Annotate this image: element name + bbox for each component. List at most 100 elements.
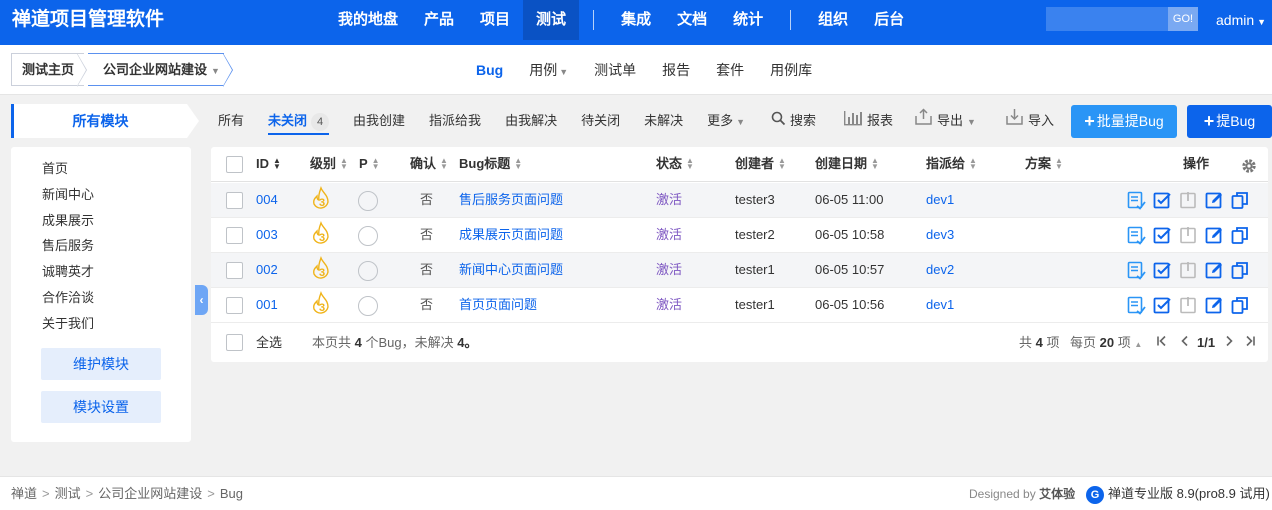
- tab-assigned-to-me[interactable]: 指派给我: [421, 104, 489, 138]
- table-row[interactable]: 001 3 否 首页页面问题 激活 tester1 06-05 10:56 de…: [211, 288, 1268, 323]
- nav-report[interactable]: 统计: [720, 0, 776, 40]
- per-page-selector[interactable]: 每页 20 项 ▲: [1070, 323, 1142, 362]
- table-row[interactable]: 002 3 否 新闻中心页面问题 激活 tester1 06-05 10:57 …: [211, 253, 1268, 288]
- gear-icon[interactable]: [1241, 148, 1257, 183]
- search-go-button[interactable]: GO!: [1168, 7, 1198, 31]
- copy-bug-icon[interactable]: [1231, 226, 1250, 245]
- resolve-bug-icon[interactable]: [1153, 296, 1172, 315]
- breadcrumb-test-home[interactable]: 测试主页: [11, 53, 85, 86]
- create-bug-button[interactable]: + 提Bug: [1187, 105, 1272, 138]
- maintain-modules-button[interactable]: 维护模块: [41, 348, 161, 380]
- assigned-to[interactable]: dev1: [926, 183, 954, 218]
- nav-my[interactable]: 我的地盘: [325, 0, 411, 40]
- version-info[interactable]: G 禅道专业版 8.9(pro8.9 试用): [1086, 477, 1270, 510]
- nav-doc[interactable]: 文档: [664, 0, 720, 40]
- col-title[interactable]: Bug标题 ▲ ▼: [459, 147, 522, 182]
- batch-create-bug-button[interactable]: + 批量提Bug: [1071, 105, 1177, 138]
- subnav-testsuite[interactable]: 套件: [703, 60, 757, 80]
- assigned-to[interactable]: dev1: [926, 288, 954, 323]
- subnav-testreport[interactable]: 报告: [649, 60, 703, 80]
- copy-bug-icon[interactable]: [1231, 191, 1250, 210]
- col-id[interactable]: ID ▲ ▼: [256, 147, 281, 182]
- app-title[interactable]: 禅道项目管理软件: [12, 0, 164, 45]
- subnav-bug[interactable]: Bug: [463, 62, 516, 78]
- col-assigned-to[interactable]: 指派给 ▲ ▼: [926, 147, 977, 182]
- module-item[interactable]: 售后服务: [42, 236, 94, 262]
- tab-all[interactable]: 所有: [210, 104, 252, 138]
- next-page-icon[interactable]: [1224, 323, 1234, 362]
- footer-crumb[interactable]: 公司企业网站建设: [98, 486, 202, 501]
- tab-resolved-by-me[interactable]: 由我解决: [497, 104, 565, 138]
- col-priority[interactable]: P ▲ ▼: [359, 147, 380, 182]
- bug-title-link[interactable]: 成果展示页面问题: [459, 218, 563, 253]
- col-severity[interactable]: 级别 ▲ ▼: [310, 147, 348, 182]
- col-creator[interactable]: 创建者 ▲ ▼: [735, 147, 786, 182]
- col-resolution[interactable]: 方案 ▲ ▼: [1025, 147, 1063, 182]
- bug-id[interactable]: 004: [256, 183, 278, 218]
- col-created-date[interactable]: 创建日期 ▲ ▼: [815, 147, 879, 182]
- confirm-bug-icon[interactable]: [1127, 191, 1146, 210]
- row-checkbox[interactable]: [226, 297, 243, 314]
- export-button[interactable]: 导出 ▼: [914, 104, 976, 138]
- edit-bug-icon[interactable]: [1205, 296, 1224, 315]
- nav-ci[interactable]: 集成: [608, 0, 664, 40]
- tab-created-by-me[interactable]: 由我创建: [345, 104, 413, 138]
- nav-test[interactable]: 测试: [523, 0, 580, 40]
- row-checkbox[interactable]: [226, 227, 243, 244]
- select-all-checkbox[interactable]: [226, 334, 243, 351]
- copy-bug-icon[interactable]: [1231, 261, 1250, 280]
- footer-crumb[interactable]: 禅道: [11, 486, 37, 501]
- confirm-bug-icon[interactable]: [1127, 226, 1146, 245]
- resolve-bug-icon[interactable]: [1153, 261, 1172, 280]
- bug-id[interactable]: 003: [256, 218, 278, 253]
- assigned-to[interactable]: dev2: [926, 253, 954, 288]
- resolve-bug-icon[interactable]: [1153, 226, 1172, 245]
- nav-product[interactable]: 产品: [411, 0, 467, 40]
- edit-bug-icon[interactable]: [1205, 191, 1224, 210]
- bug-title-link[interactable]: 售后服务页面问题: [459, 183, 563, 218]
- module-item[interactable]: 合作洽谈: [42, 288, 94, 314]
- copy-bug-icon[interactable]: [1231, 296, 1250, 315]
- module-item[interactable]: 关于我们: [42, 314, 94, 340]
- bug-title-link[interactable]: 新闻中心页面问题: [459, 253, 563, 288]
- prev-page-icon[interactable]: [1180, 323, 1190, 362]
- breadcrumb-product-switcher[interactable]: 公司企业网站建设 ▼: [88, 53, 224, 86]
- module-tree-header[interactable]: 所有模块: [11, 104, 187, 138]
- nav-project[interactable]: 项目: [467, 0, 523, 40]
- nav-company[interactable]: 组织: [805, 0, 861, 40]
- tab-more[interactable]: 更多 ▼: [699, 104, 753, 138]
- first-page-icon[interactable]: [1156, 323, 1168, 362]
- module-item[interactable]: 成果展示: [42, 211, 94, 237]
- collapse-sidebar-icon[interactable]: ‹: [195, 285, 208, 315]
- row-checkbox[interactable]: [226, 262, 243, 279]
- select-all-checkbox-header[interactable]: [226, 156, 243, 173]
- bug-id[interactable]: 001: [256, 288, 278, 323]
- tab-to-close[interactable]: 待关闭: [573, 104, 628, 138]
- subnav-testtask[interactable]: 测试单: [581, 60, 649, 80]
- subnav-caselib[interactable]: 用例库: [757, 60, 825, 80]
- global-search-input[interactable]: [1046, 7, 1168, 31]
- row-checkbox[interactable]: [226, 192, 243, 209]
- confirm-bug-icon[interactable]: [1127, 296, 1146, 315]
- col-status[interactable]: 状态 ▲ ▼: [656, 147, 694, 182]
- table-row[interactable]: 003 3 否 成果展示页面问题 激活 tester2 06-05 10:58 …: [211, 218, 1268, 253]
- import-button[interactable]: 导入: [1005, 104, 1054, 138]
- user-menu[interactable]: admin ▼: [1216, 0, 1266, 40]
- search-button[interactable]: 搜索: [771, 104, 816, 138]
- nav-admin[interactable]: 后台: [861, 0, 917, 40]
- assigned-to[interactable]: dev3: [926, 218, 954, 253]
- tab-unclosed[interactable]: 未关闭 4: [260, 104, 337, 138]
- edit-bug-icon[interactable]: [1205, 226, 1224, 245]
- edit-bug-icon[interactable]: [1205, 261, 1224, 280]
- module-item[interactable]: 诚聘英才: [42, 262, 94, 288]
- subnav-testcase[interactable]: 用例 ▼: [516, 60, 581, 80]
- bug-title-link[interactable]: 首页页面问题: [459, 288, 537, 323]
- module-settings-button[interactable]: 模块设置: [41, 391, 161, 423]
- footer-crumb[interactable]: 测试: [55, 486, 81, 501]
- tab-unresolved[interactable]: 未解决: [636, 104, 691, 138]
- table-row[interactable]: 004 3 否 售后服务页面问题 激活 tester3 06-05 11:00 …: [211, 183, 1268, 218]
- confirm-bug-icon[interactable]: [1127, 261, 1146, 280]
- select-all-label[interactable]: 全选: [256, 323, 282, 362]
- report-button[interactable]: 报表: [843, 104, 893, 138]
- last-page-icon[interactable]: [1244, 323, 1256, 362]
